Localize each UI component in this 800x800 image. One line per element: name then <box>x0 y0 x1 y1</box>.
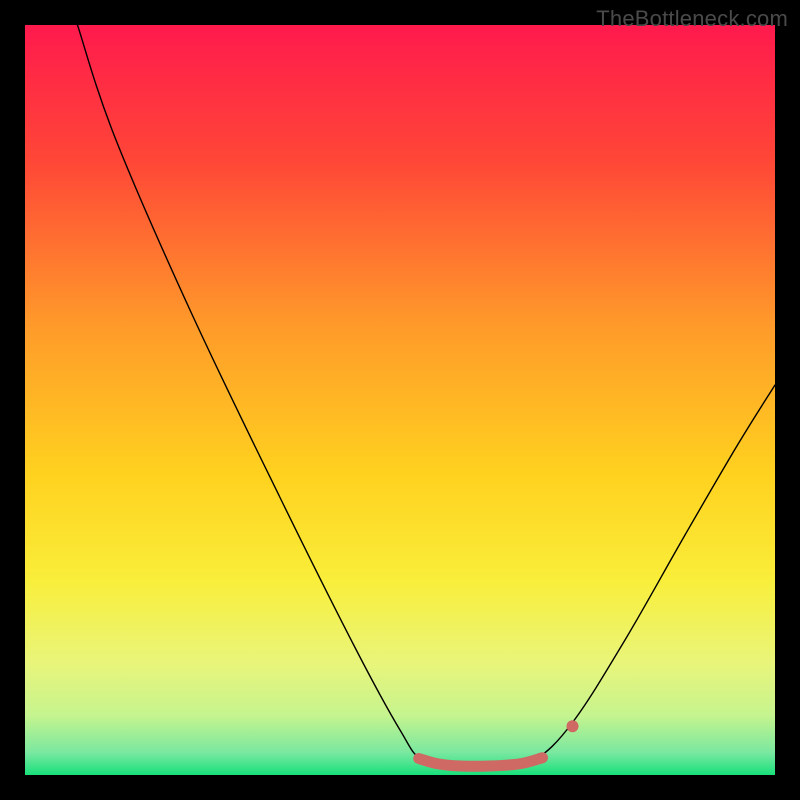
chart-container: TheBottleneck.com <box>0 0 800 800</box>
attribution-label: TheBottleneck.com <box>596 6 788 32</box>
right-shoulder-dot <box>567 720 579 732</box>
bottleneck-curve <box>78 25 776 769</box>
plot-area <box>25 25 775 775</box>
flat-bottom-marker <box>419 758 543 767</box>
curve-layer <box>25 25 775 775</box>
